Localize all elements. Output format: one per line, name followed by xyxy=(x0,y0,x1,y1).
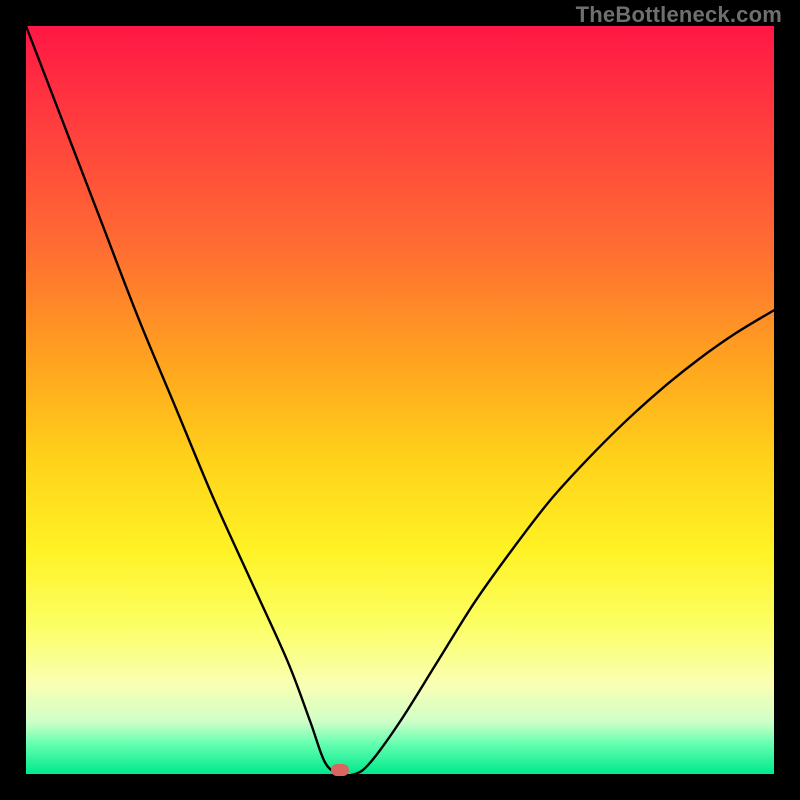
watermark-text: TheBottleneck.com xyxy=(576,2,782,28)
bottleneck-curve xyxy=(26,26,774,774)
minimum-dot-icon xyxy=(331,764,349,776)
chart-frame: TheBottleneck.com xyxy=(0,0,800,800)
